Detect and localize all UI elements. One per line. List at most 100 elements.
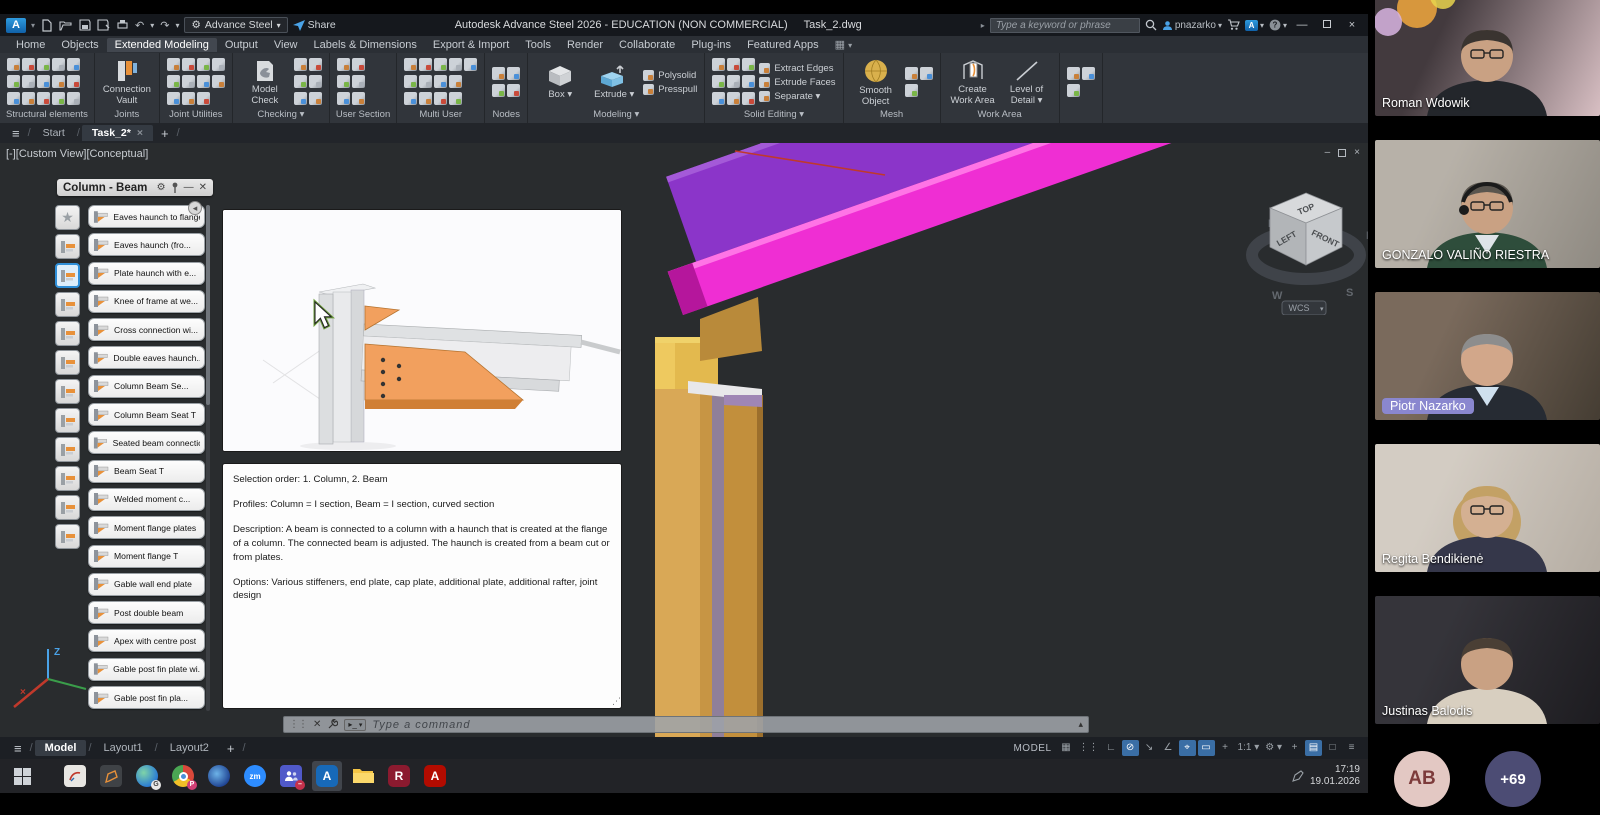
status-toggle-icon[interactable]: ⌖ bbox=[1179, 740, 1196, 756]
autodesk-app-button[interactable]: A▾ bbox=[1245, 20, 1264, 31]
ribbon-tool-icon[interactable] bbox=[182, 92, 195, 105]
ribbon-tool-icon[interactable] bbox=[1067, 84, 1080, 97]
ribbon-tool-icon[interactable] bbox=[7, 75, 20, 88]
vault-category-platework-icon[interactable] bbox=[55, 321, 80, 346]
search-input[interactable] bbox=[990, 18, 1140, 33]
viewcube-west[interactable]: W bbox=[1272, 290, 1283, 302]
ribbon-tool-icon[interactable] bbox=[507, 67, 520, 80]
status-toggle-icon[interactable]: ⚙ ▾ bbox=[1263, 740, 1284, 756]
ribbon-tool-icon[interactable] bbox=[449, 58, 462, 71]
vault-minimize-icon[interactable]: — bbox=[184, 182, 194, 193]
vault-category-pin-connection-icon[interactable] bbox=[55, 408, 80, 433]
ribbon-tool-icon[interactable] bbox=[294, 58, 307, 71]
vault-collapse-icon[interactable]: ◂ bbox=[188, 201, 202, 215]
vault-category-column-beam-icon[interactable] bbox=[55, 263, 80, 288]
ribbon-tool-icon[interactable] bbox=[197, 75, 210, 88]
ribbon-tool-icon[interactable] bbox=[404, 75, 417, 88]
ribbon-tool-icon[interactable] bbox=[22, 92, 35, 105]
ribbon-tool-icon[interactable] bbox=[309, 92, 322, 105]
vault-category-favorites-icon[interactable]: ★ bbox=[55, 205, 80, 230]
vault-item-double-eaves-haunch[interactable]: Double eaves haunch... bbox=[88, 346, 205, 369]
ribbon-tool-icon[interactable] bbox=[1067, 67, 1080, 80]
viewcube[interactable]: N E W S TOP LEFT FRONT WCS ▾ bbox=[1238, 165, 1368, 315]
ribbon-tool-icon[interactable] bbox=[197, 92, 210, 105]
vault-item-gable-post-fin-pla[interactable]: Gable post fin pla... bbox=[88, 686, 205, 709]
vault-item-moment-flange-plates[interactable]: Moment flange plates bbox=[88, 516, 205, 539]
ribbon-tool-icon[interactable] bbox=[352, 92, 365, 105]
search-expand-icon[interactable]: ▸ bbox=[981, 21, 985, 30]
ribbon-tool-icon[interactable] bbox=[67, 58, 80, 71]
command-expand-icon[interactable]: ▴ bbox=[1078, 719, 1083, 730]
ribbon-tool-icon[interactable] bbox=[434, 75, 447, 88]
menu-item-home[interactable]: Home bbox=[8, 38, 53, 52]
vault-settings-icon[interactable]: ⚙ bbox=[157, 182, 166, 193]
viewcube-south[interactable]: S bbox=[1346, 287, 1353, 299]
vault-item-gable-wall-end-plate[interactable]: Gable wall end plate bbox=[88, 573, 205, 596]
ribbon-tool-icon[interactable] bbox=[419, 92, 432, 105]
ribbon-tool-icon[interactable] bbox=[309, 75, 322, 88]
participant-video-roman-wdowik[interactable]: Roman Wdowik bbox=[1375, 0, 1600, 116]
ribbon-tool-icon[interactable] bbox=[197, 58, 210, 71]
ribbon-button-extrude[interactable]: Extrude ▾ bbox=[589, 64, 639, 100]
ribbon-tool-icon[interactable] bbox=[507, 84, 520, 97]
ribbon-tool-icon[interactable] bbox=[37, 92, 50, 105]
file-tab-task-2-[interactable]: Task_2*× bbox=[82, 125, 153, 141]
command-line[interactable]: ⋮⋮ ✕ ▸_ ▾ Type a command ▴ bbox=[283, 716, 1089, 733]
layout-tab-layout2[interactable]: Layout2 bbox=[160, 740, 219, 756]
help-menu[interactable]: ? ▾ bbox=[1269, 19, 1287, 31]
menu-item-tools[interactable]: Tools bbox=[517, 38, 559, 52]
vault-item-column-beam-seat-t[interactable]: Column Beam Seat T bbox=[88, 403, 205, 426]
open-file-icon[interactable] bbox=[59, 19, 73, 31]
participant-avatar-69[interactable]: +69 bbox=[1485, 751, 1541, 807]
app-logo-icon[interactable]: A bbox=[6, 18, 26, 33]
file-tab-start[interactable]: Start bbox=[33, 125, 75, 141]
ribbon-tool-icon[interactable] bbox=[492, 84, 505, 97]
ribbon-tool-icon[interactable] bbox=[337, 75, 350, 88]
ribbon-button-extrude-faces[interactable]: Extrude Faces bbox=[759, 77, 835, 88]
menu-item-render[interactable]: Render bbox=[559, 38, 611, 52]
vault-item-welded-moment-c[interactable]: Welded moment c... bbox=[88, 488, 205, 511]
vault-item-eaves-haunch-fro[interactable]: Eaves haunch (fro... bbox=[88, 233, 205, 256]
status-toggle-icon[interactable]: + bbox=[1286, 740, 1303, 756]
ribbon-tool-icon[interactable] bbox=[449, 92, 462, 105]
close-button[interactable]: × bbox=[1342, 19, 1362, 31]
ribbon-tool-icon[interactable] bbox=[212, 58, 225, 71]
vault-category-base-plate-icon[interactable] bbox=[55, 234, 80, 259]
cart-icon[interactable] bbox=[1227, 19, 1240, 31]
ribbon-tool-icon[interactable] bbox=[404, 58, 417, 71]
participant-video-gonzalo-vali-o-riestra[interactable]: GONZALO VALIÑO RIESTRA bbox=[1375, 140, 1600, 268]
ribbon-tool-icon[interactable] bbox=[712, 92, 725, 105]
vault-item-column-beam-se[interactable]: Column Beam Se... bbox=[88, 375, 205, 398]
participant-video-regita-bendikien-[interactable]: Regita Bendikienė bbox=[1375, 444, 1600, 572]
new-drawing-button[interactable]: + bbox=[155, 126, 175, 141]
ribbon-tool-icon[interactable] bbox=[337, 58, 350, 71]
minimize-button[interactable]: — bbox=[1292, 19, 1312, 31]
ribbon-button-create-work-area[interactable]: Create Work Area bbox=[948, 59, 998, 106]
status-toggle-icon[interactable]: ▤ bbox=[1305, 740, 1322, 756]
account-menu[interactable]: pnazarko ▾ bbox=[1162, 20, 1222, 31]
ribbon-button-box[interactable]: Box ▾ bbox=[535, 64, 585, 100]
tab-close-icon[interactable]: × bbox=[137, 127, 143, 139]
ribbon-button-smooth-object[interactable]: Smooth Object bbox=[851, 58, 901, 107]
taskbar-app-zoom-icon[interactable]: zm bbox=[240, 761, 270, 791]
drawing-restore-icon[interactable] bbox=[1338, 149, 1346, 157]
ribbon-tool-icon[interactable] bbox=[52, 75, 65, 88]
ribbon-button-polysolid[interactable]: Polysolid bbox=[643, 70, 697, 81]
taskbar-app-r-app-icon[interactable]: R bbox=[384, 761, 414, 791]
ribbon-tool-icon[interactable] bbox=[294, 92, 307, 105]
redo-icon[interactable]: ↷ bbox=[160, 19, 169, 32]
ribbon-tool-icon[interactable] bbox=[22, 75, 35, 88]
ribbon-tool-icon[interactable] bbox=[434, 58, 447, 71]
ribbon-tool-icon[interactable] bbox=[182, 58, 195, 71]
participant-video-piotr-nazarko[interactable]: Piotr Nazarko bbox=[1375, 292, 1600, 420]
vault-item-gable-post-fin-plate-wi[interactable]: Gable post fin plate wi... bbox=[88, 658, 205, 681]
status-toggle-icon[interactable]: ∟ bbox=[1103, 740, 1120, 756]
redo-arrow-icon[interactable]: ▾ bbox=[175, 21, 179, 30]
menu-item-featured-apps[interactable]: Featured Apps bbox=[739, 38, 827, 52]
menu-item-view[interactable]: View bbox=[266, 38, 306, 52]
ribbon-tool-icon[interactable] bbox=[309, 58, 322, 71]
new-file-icon[interactable] bbox=[40, 19, 53, 32]
vault-scrollbar[interactable] bbox=[206, 205, 210, 711]
menu-item-output[interactable]: Output bbox=[217, 38, 266, 52]
ribbon-tool-icon[interactable] bbox=[167, 92, 180, 105]
